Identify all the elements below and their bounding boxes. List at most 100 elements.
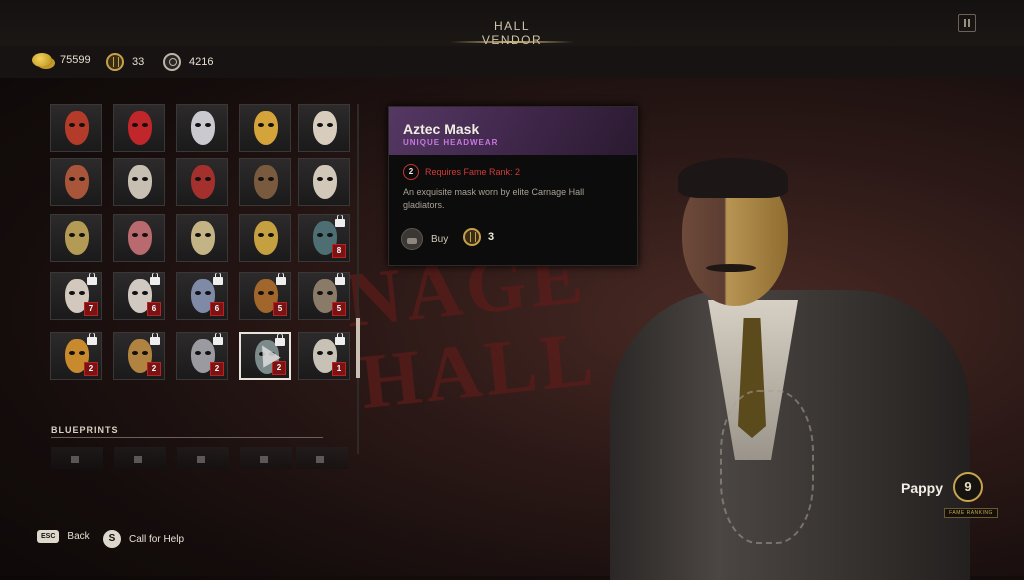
- blueprint-slot[interactable]: [51, 447, 103, 469]
- required-rank-badge: 2: [272, 361, 286, 375]
- lock-icon: [260, 456, 268, 463]
- item-price: 3: [463, 228, 494, 246]
- currency-skulls: 4216: [163, 53, 213, 71]
- item-slot-selected[interactable]: 2: [239, 332, 291, 380]
- item-slot[interactable]: [239, 104, 291, 152]
- lock-icon: [197, 456, 205, 463]
- item-slot[interactable]: [113, 158, 165, 206]
- carnage-token-icon: [106, 53, 124, 71]
- mask-icon: [191, 221, 215, 255]
- item-description: An exquisite mask worn by elite Carnage …: [403, 187, 585, 210]
- call-for-help-button[interactable]: S Call for Help: [103, 530, 184, 548]
- mask-icon: [128, 165, 152, 199]
- skull-currency-icon: [163, 53, 181, 71]
- item-slot[interactable]: [176, 104, 228, 152]
- controller-button-icon: [401, 228, 423, 250]
- item-slot[interactable]: [50, 104, 102, 152]
- item-slot[interactable]: [50, 158, 102, 206]
- mask-icon: [191, 165, 215, 199]
- fame-rank-icon: 2: [403, 164, 419, 180]
- mask-icon: [313, 165, 337, 199]
- top-bar: HALL VENDOR: [0, 0, 1024, 47]
- gold-coins-icon: [32, 53, 52, 67]
- item-slot[interactable]: 6: [113, 272, 165, 320]
- lock-icon: [87, 333, 97, 345]
- item-type: UNIQUE HEADWEAR: [403, 138, 499, 147]
- item-slot[interactable]: 2: [113, 332, 165, 380]
- lock-icon: [150, 273, 160, 285]
- back-button[interactable]: ESC Back: [37, 530, 90, 543]
- mask-icon: [254, 111, 278, 145]
- required-rank-badge: 5: [332, 302, 346, 316]
- esc-key-icon: ESC: [37, 530, 60, 543]
- buy-label: Buy: [431, 233, 449, 245]
- back-label: Back: [67, 531, 90, 542]
- lock-icon: [150, 333, 160, 345]
- item-slot[interactable]: [113, 214, 165, 262]
- title-underline: [450, 41, 574, 43]
- item-requirement: 2 Requires Fame Rank: 2: [403, 164, 520, 180]
- fame-rank-badge: 9: [953, 472, 983, 502]
- lock-icon: [316, 456, 324, 463]
- item-name: Aztec Mask: [403, 121, 480, 137]
- lock-icon: [71, 456, 79, 463]
- blueprint-slot[interactable]: [296, 447, 348, 469]
- lock-icon: [335, 215, 345, 227]
- currency-value: 75599: [60, 54, 91, 66]
- currency-bar: [0, 46, 1024, 78]
- buy-button[interactable]: Buy: [401, 228, 448, 250]
- character-name: Pappy: [901, 480, 944, 496]
- lock-icon: [213, 333, 223, 345]
- item-slot[interactable]: 8: [298, 214, 350, 262]
- item-slot[interactable]: [50, 214, 102, 262]
- currency-tokens: 33: [106, 53, 144, 71]
- item-slot[interactable]: [239, 214, 291, 262]
- item-slot[interactable]: [298, 158, 350, 206]
- price-value: 3: [488, 231, 495, 243]
- item-slot[interactable]: 5: [239, 272, 291, 320]
- item-slot[interactable]: 1: [298, 332, 350, 380]
- item-slot[interactable]: [176, 214, 228, 262]
- mask-icon: [254, 221, 278, 255]
- item-slot[interactable]: 2: [50, 332, 102, 380]
- blueprint-slot[interactable]: [240, 447, 292, 469]
- item-slot[interactable]: [239, 158, 291, 206]
- required-rank-badge: 6: [147, 302, 161, 316]
- currency-gold: 75599: [32, 53, 91, 67]
- lock-icon: [134, 456, 142, 463]
- required-rank-badge: 2: [210, 362, 224, 376]
- s-key-icon: S: [103, 530, 121, 548]
- lock-icon: [275, 334, 285, 346]
- mask-icon: [313, 111, 337, 145]
- help-label: Call for Help: [129, 533, 185, 545]
- tooltip-header: Aztec Mask UNIQUE HEADWEAR: [389, 107, 637, 155]
- lock-icon: [213, 273, 223, 285]
- mask-icon: [128, 221, 152, 255]
- required-rank-badge: 1: [332, 362, 346, 376]
- item-slot[interactable]: 6: [176, 272, 228, 320]
- blueprint-slot[interactable]: [177, 447, 229, 469]
- character-hair: [678, 158, 788, 198]
- pause-icon[interactable]: [958, 14, 976, 32]
- scrollbar-track[interactable]: [357, 104, 359, 454]
- jacket-embroidery: [720, 390, 814, 544]
- item-slot[interactable]: 2: [176, 332, 228, 380]
- mask-icon: [254, 165, 278, 199]
- required-rank-badge: 7: [84, 302, 98, 316]
- currency-value: 4216: [189, 56, 214, 68]
- lock-icon: [87, 273, 97, 285]
- character-preview: [600, 150, 980, 580]
- mask-icon: [65, 221, 89, 255]
- mask-icon: [128, 111, 152, 145]
- item-slot[interactable]: [298, 104, 350, 152]
- mask-icon: [65, 111, 89, 145]
- character-moustache: [706, 264, 756, 272]
- blueprint-slot[interactable]: [114, 447, 166, 469]
- item-slot[interactable]: 7: [50, 272, 102, 320]
- item-slot[interactable]: [113, 104, 165, 152]
- lock-icon: [276, 273, 286, 285]
- item-slot[interactable]: 5: [298, 272, 350, 320]
- scrollbar-thumb[interactable]: [356, 318, 360, 378]
- mask-icon: [65, 165, 89, 199]
- item-slot[interactable]: [176, 158, 228, 206]
